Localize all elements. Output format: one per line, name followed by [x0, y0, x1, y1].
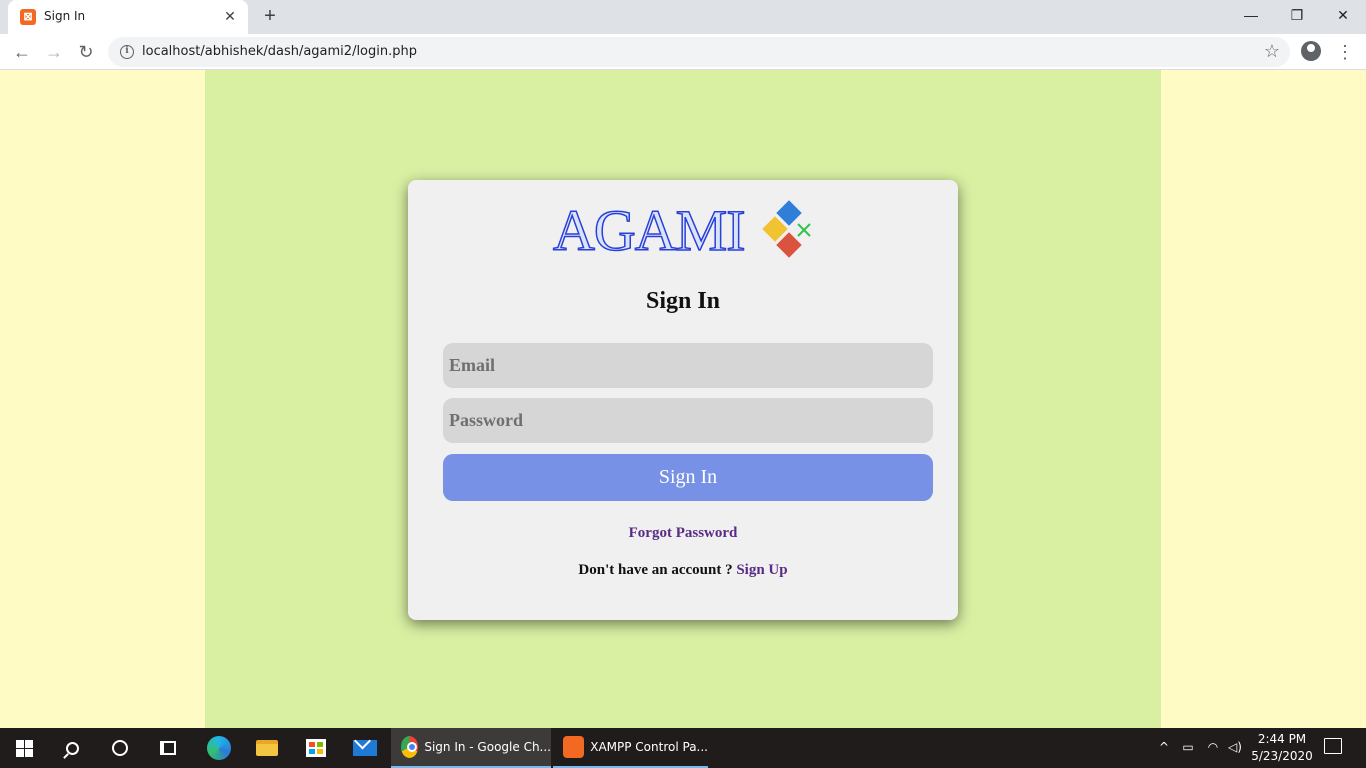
close-tab-icon[interactable]: ✕ [220, 6, 240, 26]
store-icon [306, 739, 326, 757]
signup-row: Don't have an account ? Sign Up [408, 562, 958, 579]
chrome-icon [401, 736, 419, 758]
info-icon[interactable]: i [120, 45, 134, 59]
tab-strip: ⊠ Sign In ✕ + — ❐ ✕ [0, 0, 1366, 34]
chevron-up-icon[interactable]: ^ [1157, 740, 1171, 756]
windows-icon [15, 739, 33, 757]
cortana-icon [112, 740, 128, 756]
sign-in-button[interactable]: Sign In [443, 454, 933, 501]
file-explorer-button[interactable] [243, 728, 291, 768]
profile-icon[interactable] [1301, 41, 1321, 61]
logo-diamonds-icon [762, 200, 811, 258]
address-bar[interactable]: i localhost/abhishek/dash/agami2/login.p… [108, 37, 1290, 67]
bookmark-star-icon[interactable]: ☆ [1264, 41, 1280, 62]
clock-date: 5/23/2020 [1251, 749, 1313, 763]
page-viewport: AGAMI Sign In Sign In Forgot Password Do… [0, 70, 1366, 728]
menu-icon[interactable]: ⋮ [1336, 38, 1354, 66]
reload-icon[interactable]: ↻ [72, 38, 100, 66]
task-view-icon [160, 741, 176, 755]
restore-icon[interactable]: ❐ [1274, 0, 1320, 30]
edge-button[interactable] [195, 728, 243, 768]
close-window-icon[interactable]: ✕ [1320, 0, 1366, 30]
url-text: localhost/abhishek/dash/agami2/login.php [142, 44, 417, 59]
notification-icon[interactable] [1324, 738, 1342, 754]
search-icon [65, 741, 79, 755]
forgot-password-link[interactable]: Forgot Password [408, 525, 958, 542]
no-account-text: Don't have an account ? [578, 562, 733, 578]
taskbar-app-label: XAMPP Control Pa... [590, 740, 708, 754]
page-title: Sign In [645, 288, 721, 314]
store-button[interactable] [292, 728, 340, 768]
taskbar-app-xampp[interactable]: XAMPP Control Pa... [553, 728, 708, 768]
folder-icon [256, 740, 278, 756]
login-card: AGAMI Sign In Sign In Forgot Password Do… [408, 180, 958, 620]
password-field[interactable] [443, 398, 933, 443]
taskbar-app-chrome[interactable]: Sign In - Google Ch... [391, 728, 551, 768]
mail-icon [353, 740, 377, 756]
sign-up-link[interactable]: Sign Up [736, 562, 787, 578]
battery-icon[interactable]: ▭ [1180, 740, 1196, 756]
tab-title: Sign In [44, 9, 86, 23]
wifi-icon[interactable]: ◠ [1204, 740, 1222, 756]
taskbar-app-label: Sign In - Google Ch... [424, 740, 551, 754]
mail-button[interactable] [341, 728, 389, 768]
clock[interactable]: 2:44 PM 5/23/2020 [1250, 731, 1314, 765]
xampp-icon [563, 736, 585, 758]
clock-time: 2:44 PM [1257, 732, 1307, 746]
volume-icon[interactable]: ◁) [1227, 740, 1243, 756]
minimize-icon[interactable]: — [1228, 0, 1274, 30]
xampp-icon: ⊠ [20, 9, 36, 25]
tab-sign-in[interactable]: ⊠ Sign In ✕ [8, 0, 248, 34]
taskbar: Sign In - Google Ch... XAMPP Control Pa.… [0, 728, 1366, 768]
edge-icon [207, 736, 231, 760]
back-icon[interactable]: ← [8, 38, 36, 66]
agami-logo: AGAMI [552, 198, 818, 263]
search-button[interactable] [48, 728, 96, 768]
logo-text: AGAMI [552, 198, 746, 263]
forward-icon[interactable]: → [40, 38, 68, 66]
cortana-button[interactable] [96, 728, 144, 768]
start-button[interactable] [0, 728, 48, 768]
browser-toolbar: ← → ↻ i localhost/abhishek/dash/agami2/l… [0, 34, 1366, 70]
email-field[interactable] [443, 343, 933, 388]
new-tab-icon[interactable]: + [258, 4, 282, 28]
task-view-button[interactable] [144, 728, 192, 768]
